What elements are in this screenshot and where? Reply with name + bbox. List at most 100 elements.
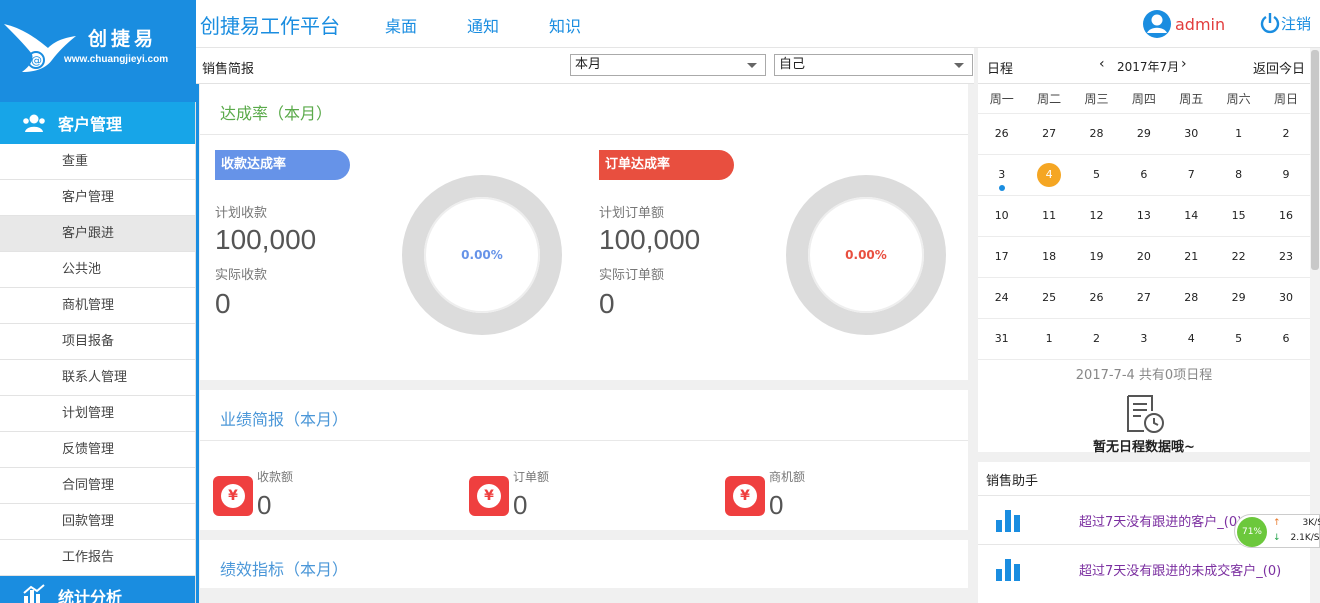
download-speed-row: ↓ 2.1K/S xyxy=(1273,533,1320,543)
nav-knowledge[interactable]: 知识 xyxy=(549,13,581,37)
calendar-day[interactable]: 30 xyxy=(1168,114,1215,154)
next-month-button[interactable]: › xyxy=(1181,56,1187,72)
calendar-day[interactable]: 1 xyxy=(1215,114,1262,154)
calendar-day[interactable]: 28 xyxy=(1168,278,1215,318)
content-accent-strip xyxy=(196,84,199,603)
calendar-day-number: 19 xyxy=(1089,250,1104,263)
calendar-day[interactable]: 6 xyxy=(1120,155,1167,195)
calendar-day[interactable]: 2 xyxy=(1262,114,1309,154)
network-speed-widget[interactable]: 71% ↑ 3K/S ↓ 2.1K/S xyxy=(1234,514,1320,548)
sidebar-item-plans[interactable]: 计划管理 xyxy=(0,396,195,432)
calendar-day[interactable]: 8 xyxy=(1215,155,1262,195)
calendar-day[interactable]: 27 xyxy=(1025,114,1072,154)
calendar-day[interactable]: 2 xyxy=(1073,319,1120,359)
calendar-day-number: 4 xyxy=(1187,332,1195,345)
calendar-day[interactable]: 13 xyxy=(1120,196,1167,236)
sidebar-item-public-pool[interactable]: 公共池 xyxy=(0,252,195,288)
calendar-day[interactable]: 6 xyxy=(1262,319,1309,359)
calendar-day[interactable]: 27 xyxy=(1120,278,1167,318)
prev-month-button[interactable]: ‹ xyxy=(1099,56,1105,72)
arrow-down-icon: ↓ xyxy=(1273,533,1281,543)
calendar-day[interactable]: 7 xyxy=(1168,155,1215,195)
sidebar-item-opportunities[interactable]: 商机管理 xyxy=(0,288,195,324)
scope-value: 自己 xyxy=(779,57,806,72)
calendar-day[interactable]: 26 xyxy=(1073,278,1120,318)
calendar-day[interactable]: 23 xyxy=(1262,237,1309,277)
sidebar-section-customer[interactable]: 客户管理 xyxy=(0,102,195,144)
calendar-day[interactable]: 18 xyxy=(1025,237,1072,277)
calendar-day[interactable]: 24 xyxy=(978,278,1025,318)
calendar-day[interactable]: 1 xyxy=(1025,319,1072,359)
calendar-day[interactable]: 15 xyxy=(1215,196,1262,236)
sidebar-item-reports[interactable]: 工作报告 xyxy=(0,540,195,576)
calendar-day[interactable]: 4 xyxy=(1168,319,1215,359)
calendar-day-number: 18 xyxy=(1042,250,1057,263)
scrollbar-thumb[interactable] xyxy=(1311,50,1319,270)
sidebar-item-contracts[interactable]: 合同管理 xyxy=(0,468,195,504)
calendar-day[interactable]: 9 xyxy=(1262,155,1309,195)
sidebar: 客户管理 查重 客户管理 客户跟进 公共池 商机管理 项目报备 联系人管理 计划… xyxy=(0,102,196,603)
kpi-title: 绩效指标（本月） xyxy=(220,560,349,579)
sidebar-item-projects[interactable]: 项目报备 xyxy=(0,324,195,360)
calendar-day[interactable]: 5 xyxy=(1215,319,1262,359)
assistant-link[interactable]: 超过7天没有跟进的客户_(0) xyxy=(1079,511,1242,530)
weekday: 周三 xyxy=(1084,92,1109,106)
sidebar-item-feedback[interactable]: 反馈管理 xyxy=(0,432,195,468)
nav-notice[interactable]: 通知 xyxy=(467,13,499,37)
calendar-day-number: 29 xyxy=(1231,291,1246,304)
calendar-day[interactable]: 29 xyxy=(1120,114,1167,154)
calendar-day[interactable]: 26 xyxy=(978,114,1025,154)
user-menu[interactable]: admin xyxy=(1142,8,1225,40)
assistant-row[interactable]: 超过7天没有跟进的未成交客户_(0) xyxy=(978,544,1310,586)
calendar-day[interactable]: 31 xyxy=(978,319,1025,359)
calendar-day[interactable]: 5 xyxy=(1073,155,1120,195)
calendar-day[interactable]: 10 xyxy=(978,196,1025,236)
calendar-day[interactable]: 3 xyxy=(978,155,1025,195)
sidebar-item-customers[interactable]: 客户管理 xyxy=(0,180,195,216)
sidebar-item-contacts[interactable]: 联系人管理 xyxy=(0,360,195,396)
period-value: 本月 xyxy=(575,57,602,72)
sidebar-item-dedupe[interactable]: 查重 xyxy=(0,144,195,180)
calendar-day[interactable]: 12 xyxy=(1073,196,1120,236)
calendar-day[interactable]: 21 xyxy=(1168,237,1215,277)
calendar-day[interactable]: 29 xyxy=(1215,278,1262,318)
calendar-day[interactable]: 25 xyxy=(1025,278,1072,318)
scope-select[interactable]: 自己 xyxy=(774,54,973,76)
calendar-day-number: 28 xyxy=(1184,291,1199,304)
calendar-day-number: 5 xyxy=(1235,332,1243,345)
arrow-up-icon: ↑ xyxy=(1273,518,1281,528)
schedule-panel: 日程 ‹ 2017年7月 › 返回今日 周一 周二 周三 周四 周五 周六 周日… xyxy=(978,48,1310,455)
calendar-day[interactable]: 14 xyxy=(1168,196,1215,236)
sidebar-item-followup[interactable]: 客户跟进 xyxy=(0,216,195,252)
today-button[interactable]: 返回今日 xyxy=(1253,58,1305,77)
calendar-week-row: 3 4 5 6 7 8 9 xyxy=(978,155,1310,196)
download-speed: 2.1K/S xyxy=(1290,533,1320,543)
sidebar-section-stats[interactable]: 统计分析 xyxy=(0,576,195,603)
calendar-day-number: 21 xyxy=(1184,250,1199,263)
sidebar-section-label: 统计分析 xyxy=(58,588,123,603)
calendar-day[interactable]: 3 xyxy=(1120,319,1167,359)
logout-button[interactable]: 注销 xyxy=(1260,12,1311,34)
calendar-day[interactable]: 11 xyxy=(1025,196,1072,236)
calendar-grid: 周一 周二 周三 周四 周五 周六 周日 26 27 28 29 30 1 2 3 4 5 6 7 8 9… xyxy=(978,84,1310,360)
calendar-day[interactable]: 19 xyxy=(1073,237,1120,277)
calendar-day[interactable]: 22 xyxy=(1215,237,1262,277)
calendar-day[interactable]: 20 xyxy=(1120,237,1167,277)
calendar-day[interactable]: 28 xyxy=(1073,114,1120,154)
calendar-day-number: 27 xyxy=(1042,127,1057,140)
calendar-day-number: 25 xyxy=(1042,291,1057,304)
calendar-day-number: 3 xyxy=(998,168,1006,181)
weekday: 周五 xyxy=(1179,92,1204,106)
bar-chart-icon xyxy=(23,584,45,603)
calendar-day[interactable]: 4 xyxy=(1025,155,1072,195)
calendar-day-number: 6 xyxy=(1140,168,1148,181)
period-select[interactable]: 本月 xyxy=(570,54,766,76)
calendar-day[interactable]: 30 xyxy=(1262,278,1309,318)
calendar-day[interactable]: 17 xyxy=(978,237,1025,277)
assistant-link[interactable]: 超过7天没有跟进的未成交客户_(0) xyxy=(1079,560,1281,579)
nav-desktop[interactable]: 桌面 xyxy=(385,13,417,37)
sidebar-item-payments[interactable]: 回款管理 xyxy=(0,504,195,540)
plan-payment-value: 100,000 xyxy=(215,224,317,255)
perf-value: 0 xyxy=(257,490,272,520)
calendar-day[interactable]: 16 xyxy=(1262,196,1309,236)
